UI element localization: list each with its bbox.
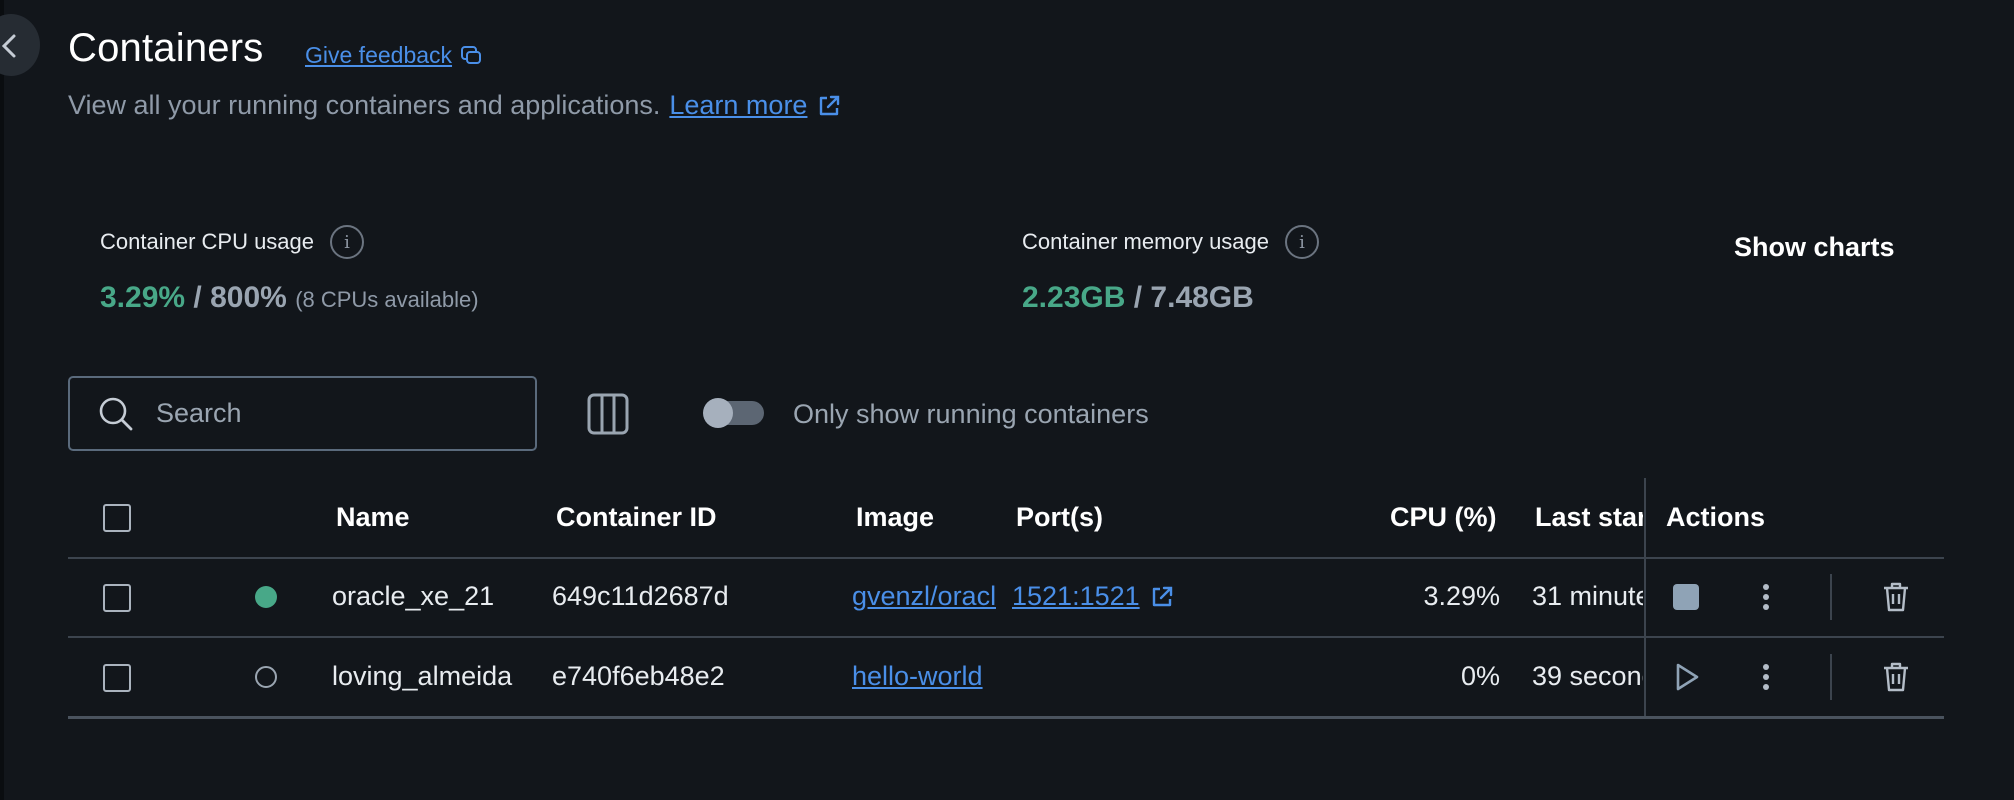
stop-button[interactable] bbox=[1671, 582, 1701, 617]
search-icon bbox=[99, 397, 133, 430]
table-bottom-border bbox=[68, 716, 1944, 719]
cpu-info-icon[interactable]: i bbox=[330, 225, 365, 259]
cpu-used: 3.29% bbox=[100, 281, 186, 314]
last-started: 31 minutes ago bbox=[1532, 581, 1643, 611]
give-feedback-label: Give feedback bbox=[305, 42, 453, 68]
image-link[interactable]: hello-world bbox=[852, 661, 996, 692]
columns-icon[interactable] bbox=[587, 393, 629, 435]
more-vertical-icon bbox=[1763, 664, 1769, 690]
learn-more-link[interactable]: Learn more bbox=[669, 90, 841, 121]
trash-icon bbox=[1884, 582, 1908, 612]
page-subtitle: View all your running containers and app… bbox=[68, 90, 841, 121]
header-divider bbox=[68, 557, 1944, 559]
toggle-knob bbox=[703, 398, 733, 428]
container-id: e740f6eb48e2 bbox=[552, 661, 725, 691]
cpu-usage-label-row: Container CPU usage i bbox=[100, 225, 365, 259]
more-vertical-icon bbox=[1763, 584, 1769, 610]
delete-button[interactable] bbox=[1881, 661, 1911, 698]
cpu-percent: 3.29% bbox=[1423, 581, 1500, 611]
cpu-note: (8 CPUs available) bbox=[295, 287, 479, 312]
container-name[interactable]: oracle_xe_21 bbox=[332, 581, 494, 612]
memory-usage-value: 2.23GB / 7.48GB bbox=[1022, 281, 1254, 315]
status-exited-icon bbox=[255, 666, 277, 688]
trash-icon bbox=[1884, 662, 1908, 692]
memory-total: 7.48GB bbox=[1150, 281, 1254, 314]
start-button[interactable] bbox=[1671, 662, 1701, 697]
page-title: Containers bbox=[68, 26, 264, 70]
cpu-separator: / bbox=[193, 281, 202, 314]
container-name[interactable]: loving_almeida bbox=[332, 661, 524, 692]
select-all-checkbox[interactable] bbox=[103, 504, 131, 532]
image-link[interactable]: gvenzl/oracle-xe bbox=[852, 581, 996, 612]
cpu-usage-value: 3.29% / 800% (8 CPUs available) bbox=[100, 281, 479, 315]
port-link[interactable]: 1521:1521 bbox=[1012, 581, 1174, 612]
stop-icon bbox=[1673, 584, 1699, 610]
cpu-total: 800% bbox=[210, 281, 287, 314]
memory-info-icon[interactable]: i bbox=[1285, 225, 1320, 259]
cpu-usage-label: Container CPU usage bbox=[100, 229, 315, 254]
running-only-toggle[interactable] bbox=[703, 398, 764, 428]
memory-usage-label-row: Container memory usage i bbox=[1022, 225, 1320, 259]
row-checkbox[interactable] bbox=[103, 664, 131, 692]
more-options-button[interactable] bbox=[1754, 582, 1778, 617]
column-header-container-id[interactable]: Container ID bbox=[556, 502, 717, 533]
external-link-icon bbox=[820, 95, 840, 115]
port-label: 1521:1521 bbox=[1012, 581, 1140, 611]
search-input[interactable] bbox=[156, 398, 496, 429]
last-started: 39 seconds ago bbox=[1532, 661, 1643, 691]
feedback-icon bbox=[461, 45, 482, 64]
column-header-cpu[interactable]: CPU (%) bbox=[1390, 502, 1497, 533]
running-only-label: Only show running containers bbox=[793, 399, 1149, 429]
container-id: 649c11d2687d bbox=[552, 581, 729, 611]
status-running-icon bbox=[255, 586, 277, 608]
column-header-actions: Actions bbox=[1666, 502, 1766, 532]
action-separator bbox=[1830, 654, 1832, 700]
learn-more-label: Learn more bbox=[669, 90, 808, 120]
window-edge bbox=[0, 0, 4, 800]
row-divider bbox=[68, 636, 1944, 638]
action-separator bbox=[1830, 574, 1832, 620]
more-options-button[interactable] bbox=[1754, 662, 1778, 697]
search-field[interactable] bbox=[68, 376, 537, 451]
delete-button[interactable] bbox=[1881, 581, 1911, 618]
chevron-left-icon bbox=[1, 34, 16, 58]
external-link-icon bbox=[1152, 586, 1172, 606]
memory-separator: / bbox=[1133, 281, 1143, 314]
cpu-percent: 0% bbox=[1460, 661, 1500, 691]
column-header-ports[interactable]: Port(s) bbox=[1016, 502, 1103, 533]
memory-used: 2.23GB bbox=[1022, 281, 1126, 314]
column-header-name[interactable]: Name bbox=[336, 502, 410, 533]
play-icon bbox=[1676, 663, 1699, 691]
subtitle-text: View all your running containers and app… bbox=[68, 90, 661, 120]
row-checkbox[interactable] bbox=[103, 584, 131, 612]
back-button[interactable] bbox=[0, 14, 40, 76]
give-feedback-link[interactable]: Give feedback bbox=[305, 42, 482, 69]
actions-column-divider bbox=[1644, 478, 1646, 718]
show-charts-button[interactable]: Show charts bbox=[1734, 232, 1895, 263]
column-header-image[interactable]: Image bbox=[856, 502, 934, 533]
memory-usage-label: Container memory usage bbox=[1022, 229, 1270, 254]
column-header-last-started[interactable]: Last started bbox=[1535, 502, 1643, 533]
